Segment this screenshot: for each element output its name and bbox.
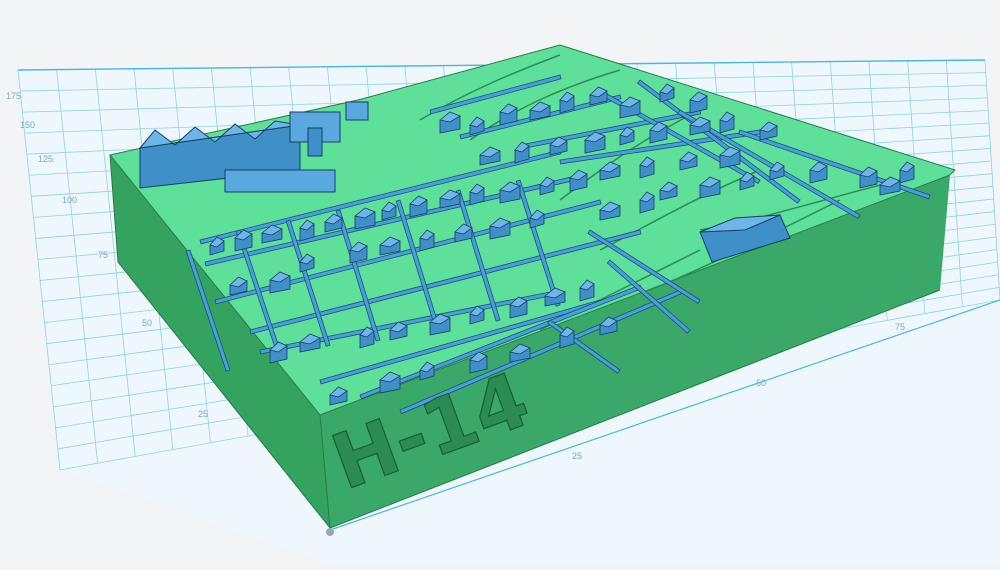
origin-marker [326, 528, 334, 536]
axis-tick: 50 [142, 318, 152, 328]
axis-tick: 25 [198, 409, 208, 419]
axis-tick: 25 [572, 451, 582, 461]
axis-tick: 75 [98, 250, 108, 260]
3d-viewport[interactable]: 175 150 125 100 75 50 25 25 50 75 H-14 [0, 0, 1000, 565]
axis-tick: 150 [20, 120, 35, 130]
axis-tick: 175 [6, 91, 21, 101]
axis-tick: 100 [62, 195, 77, 205]
viewport-canvas[interactable]: 175 150 125 100 75 50 25 25 50 75 H-14 [0, 0, 1000, 565]
axis-tick: 125 [38, 154, 53, 164]
axis-tick: 50 [756, 378, 766, 388]
axis-tick: 75 [895, 322, 905, 332]
